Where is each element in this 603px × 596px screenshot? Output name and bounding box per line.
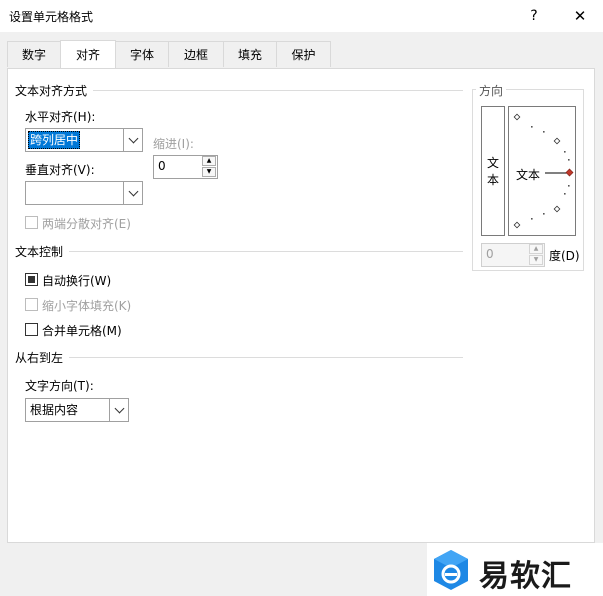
text-direction-value: 根据内容: [30, 403, 79, 417]
degrees-value: 0: [486, 247, 494, 261]
merge-cells-checkbox[interactable]: [25, 323, 38, 336]
horizontal-align-select[interactable]: 跨列居中: [25, 128, 143, 152]
vertical-align-label: 垂直对齐(V):: [25, 163, 95, 177]
orientation-group-title: 方向: [476, 82, 507, 99]
close-icon: ✕: [573, 7, 587, 25]
spin-down-icon[interactable]: ▼: [529, 255, 543, 265]
orientation-dial[interactable]: 文本: [508, 106, 576, 236]
text-direction-label: 文字方向(T):: [25, 379, 94, 393]
tab-label: 数字: [21, 48, 46, 62]
indent-stepper[interactable]: 0 ▲ ▼: [153, 155, 218, 179]
window-title: 设置单元格格式: [9, 10, 94, 24]
tab-label: 保护: [291, 48, 316, 62]
tab-protection[interactable]: 保护: [276, 41, 331, 67]
vertical-text-char: 文: [486, 156, 499, 170]
chevron-down-icon[interactable]: [123, 129, 142, 151]
tab-border[interactable]: 边框: [168, 41, 224, 67]
justify-distributed-label: 两端分散对齐(E): [42, 217, 131, 231]
vertical-text-char: 本: [486, 173, 499, 187]
text-control-section-title: 文本控制: [15, 243, 70, 260]
rtl-section-title: 从右到左: [15, 349, 70, 366]
shrink-to-fit-label: 缩小字体填充(K): [42, 299, 132, 313]
chevron-down-icon[interactable]: [109, 399, 128, 421]
text-direction-select[interactable]: 根据内容: [25, 398, 129, 422]
watermark-text: 易软汇: [479, 559, 572, 594]
title-bar: 设置单元格格式 ? ✕: [0, 0, 603, 32]
spin-down-icon[interactable]: ▼: [202, 167, 216, 177]
spin-up-icon[interactable]: ▲: [202, 156, 216, 166]
shrink-to-fit-checkbox[interactable]: [25, 298, 38, 311]
degrees-stepper[interactable]: 0 ▲ ▼: [481, 243, 545, 267]
help-button[interactable]: ?: [511, 0, 557, 32]
tab-alignment[interactable]: 对齐: [60, 40, 116, 68]
tab-number[interactable]: 数字: [7, 41, 61, 67]
help-icon: ?: [530, 8, 538, 24]
tab-label: 字体: [129, 48, 154, 62]
merge-cells-label: 合并单元格(M): [42, 324, 122, 338]
chevron-down-icon[interactable]: [123, 182, 142, 204]
vertical-align-select[interactable]: [25, 181, 143, 205]
tab-label: 边框: [183, 48, 208, 62]
degrees-label: 度(D): [549, 249, 580, 263]
watermark-logo: 易软汇: [427, 543, 603, 596]
indent-value: 0: [158, 159, 166, 173]
tab-font[interactable]: 字体: [115, 41, 169, 67]
justify-distributed-checkbox[interactable]: [25, 216, 38, 229]
section-divider: [15, 357, 463, 358]
wrap-text-checkbox[interactable]: [25, 273, 38, 286]
horizontal-align-label: 水平对齐(H):: [25, 110, 96, 124]
horizontal-align-value: 跨列居中: [28, 131, 81, 149]
section-divider: [15, 251, 463, 252]
text-alignment-section-title: 文本对齐方式: [15, 82, 94, 99]
tab-label: 填充: [237, 48, 262, 62]
tab-fill[interactable]: 填充: [223, 41, 277, 67]
logo-icon: [434, 550, 468, 590]
tab-label: 对齐: [75, 48, 100, 62]
dial-text-label: 文本: [516, 168, 541, 182]
indent-label: 缩进(I):: [153, 137, 194, 151]
vertical-align-value: [28, 184, 32, 202]
close-button[interactable]: ✕: [557, 0, 603, 32]
vertical-text-toggle[interactable]: 文 本: [481, 106, 505, 236]
spin-up-icon[interactable]: ▲: [529, 244, 543, 254]
wrap-text-label: 自动换行(W): [42, 274, 112, 288]
